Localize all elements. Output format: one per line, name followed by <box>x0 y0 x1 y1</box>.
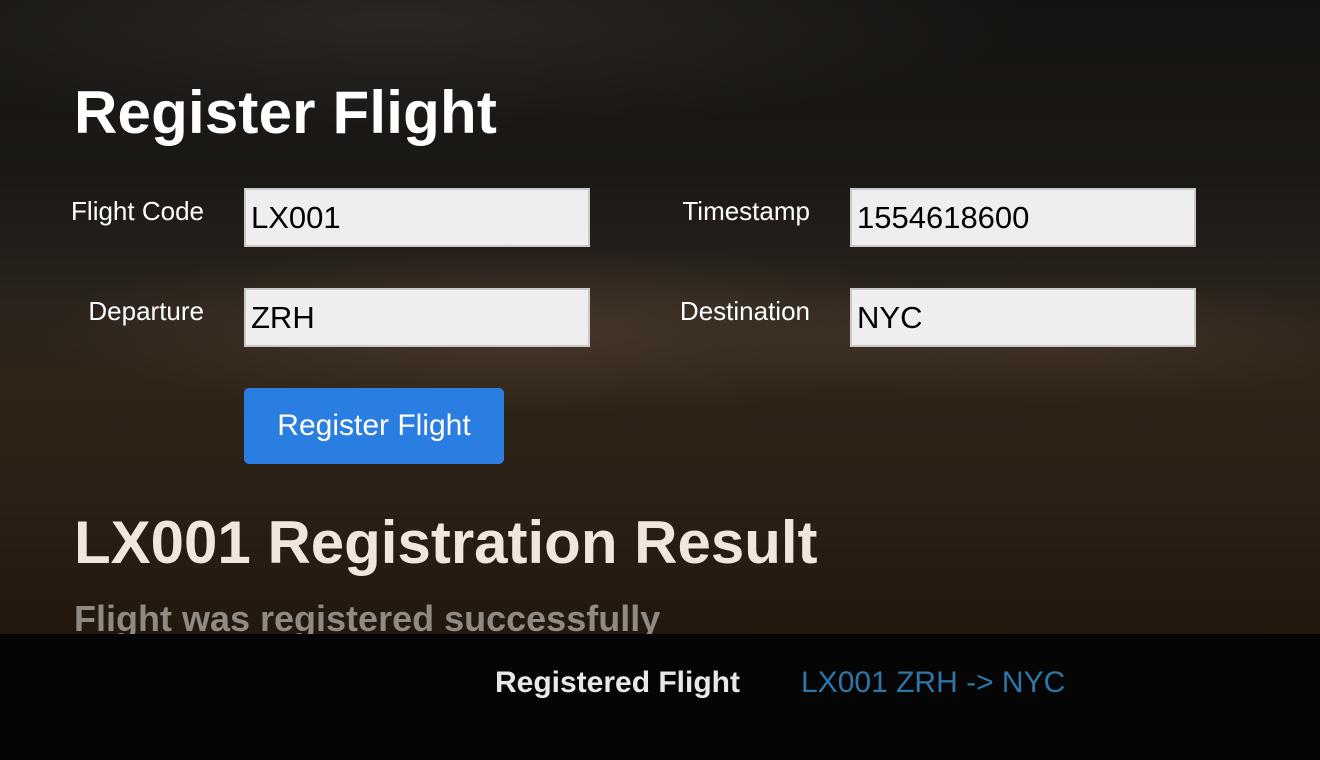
page-title: Register Flight <box>74 79 498 146</box>
timestamp-label: Timestamp <box>682 196 810 226</box>
register-flight-button[interactable]: Register Flight <box>244 388 504 464</box>
registered-flight-footer: Registered Flight LX001 ZRH -> NYC <box>0 634 1320 760</box>
departure-label: Departure <box>88 296 204 326</box>
registered-flight-value: LX001 ZRH -> NYC <box>801 666 1066 699</box>
flight-code-input[interactable] <box>244 188 590 247</box>
flight-code-label: Flight Code <box>71 196 204 226</box>
registered-flight-label: Registered Flight <box>494 666 740 699</box>
departure-input[interactable] <box>244 288 590 347</box>
destination-input[interactable] <box>850 288 1196 347</box>
timestamp-input[interactable] <box>850 188 1196 247</box>
destination-label: Destination <box>679 296 810 326</box>
result-title: LX001 Registration Result <box>74 509 818 576</box>
